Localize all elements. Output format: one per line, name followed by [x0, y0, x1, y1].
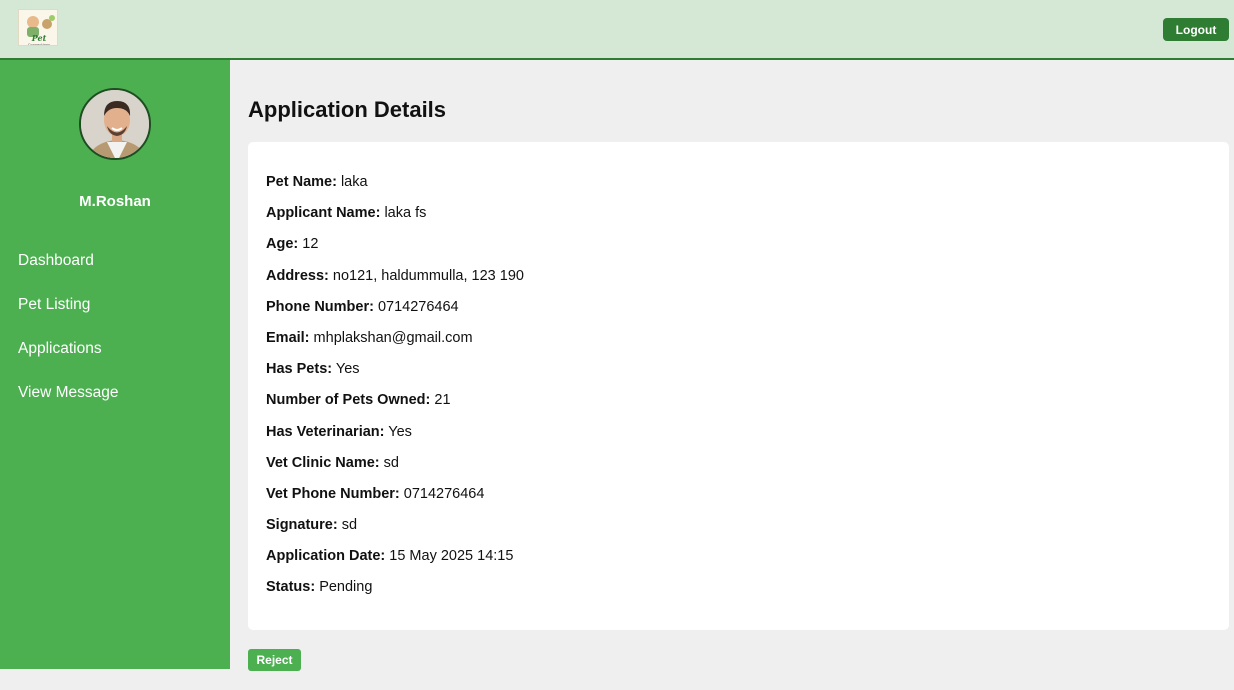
detail-label: Has Pets:: [266, 361, 333, 378]
detail-value: mhplakshan@gmail.com: [313, 329, 473, 346]
detail-label: Phone Number:: [266, 298, 374, 315]
detail-label: Age:: [266, 236, 299, 253]
detail-row-address: Address: no121, haldummulla, 123 190: [266, 267, 524, 298]
reject-button[interactable]: Reject: [248, 649, 301, 671]
detail-label: Signature:: [266, 517, 338, 534]
detail-value: 0714276464: [377, 298, 459, 315]
top-header: Pet Connections Logout: [0, 0, 1234, 60]
svg-text:Pet: Pet: [31, 33, 47, 43]
detail-label: Pet Name:: [266, 174, 337, 190]
detail-row-has-pets: Has Pets: Yes: [266, 360, 524, 391]
detail-label: Vet Phone Number:: [266, 485, 400, 502]
detail-label: Vet Clinic Name:: [266, 454, 380, 471]
pet-connections-logo[interactable]: Pet Connections: [18, 9, 58, 46]
sidebar-item-pet-listing[interactable]: Pet Listing: [18, 295, 119, 339]
page-title: Application Details: [248, 97, 447, 122]
svg-text:Connections: Connections: [28, 43, 50, 46]
detail-value: laka: [340, 174, 368, 190]
sidebar-item-view-message[interactable]: View Message: [18, 383, 119, 427]
detail-value: 15 May 2025 14:15: [389, 548, 514, 565]
detail-label: Application Date:: [266, 548, 386, 565]
detail-label: Address:: [266, 267, 329, 284]
detail-label: Applicant Name:: [266, 205, 381, 222]
details-list: Pet Name: laka Applicant Name: laka fs A…: [266, 173, 524, 610]
sidebar-item-applications[interactable]: Applications: [18, 339, 119, 383]
detail-row-vet-clinic-name: Vet Clinic Name: sd: [266, 454, 524, 485]
detail-row-email: Email: mhplakshan@gmail.com: [266, 329, 524, 360]
sidebar-nav: Dashboard Pet Listing Applications View …: [18, 251, 119, 427]
detail-value: sd: [383, 454, 399, 471]
detail-row-pet-name: Pet Name: laka: [266, 173, 524, 204]
detail-value: no121, haldummulla, 123 190: [332, 267, 524, 284]
application-details-card: Pet Name: laka Applicant Name: laka fs A…: [248, 142, 1229, 630]
detail-value: sd: [341, 517, 358, 534]
logout-button[interactable]: Logout: [1163, 18, 1229, 41]
detail-row-has-veterinarian: Has Veterinarian: Yes: [266, 423, 524, 454]
detail-value: Yes: [335, 361, 360, 378]
detail-row-applicant-name: Applicant Name: laka fs: [266, 204, 524, 235]
username: M.Roshan: [79, 193, 151, 210]
avatar: [79, 88, 151, 160]
detail-row-status: Status: Pending: [266, 578, 524, 609]
detail-row-signature: Signature: sd: [266, 516, 524, 547]
detail-value: Pending: [319, 579, 373, 596]
sidebar-item-dashboard[interactable]: Dashboard: [18, 251, 119, 295]
sidebar: M.Roshan Dashboard Pet Listing Applicati…: [0, 60, 230, 669]
detail-row-phone-number: Phone Number: 0714276464: [266, 298, 524, 329]
detail-row-vet-phone-number: Vet Phone Number: 0714276464: [266, 485, 524, 516]
detail-label: Number of Pets Owned:: [266, 392, 431, 409]
detail-value: Yes: [388, 423, 412, 440]
detail-value: laka fs: [384, 205, 427, 222]
detail-label: Has Veterinarian:: [266, 423, 385, 440]
detail-value: 21: [434, 392, 451, 409]
detail-row-number-of-pets: Number of Pets Owned: 21: [266, 391, 524, 422]
detail-label: Email:: [266, 329, 310, 346]
detail-label: Status:: [266, 579, 316, 596]
detail-value: 0714276464: [403, 485, 485, 502]
detail-row-application-date: Application Date: 15 May 2025 14:15: [266, 547, 524, 578]
detail-row-age: Age: 12: [266, 235, 524, 266]
detail-value: 12: [302, 236, 319, 253]
